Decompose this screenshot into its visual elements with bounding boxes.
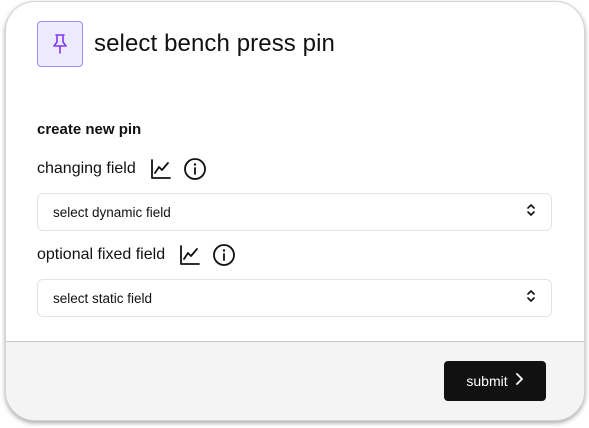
info-icon[interactable] bbox=[211, 242, 237, 268]
dynamic-field-select-value: select dynamic field bbox=[53, 204, 171, 220]
chevron-right-icon bbox=[514, 372, 524, 391]
submit-button[interactable]: submit bbox=[444, 361, 546, 401]
pushpin-icon bbox=[37, 21, 83, 67]
chevron-up-down-icon bbox=[525, 203, 537, 222]
changing-field-label-row: changing field bbox=[37, 156, 208, 182]
chevron-up-down-icon bbox=[525, 289, 537, 308]
line-chart-icon[interactable] bbox=[177, 242, 203, 268]
dialog-footer: submit bbox=[6, 341, 584, 420]
dialog-title: select bench press pin bbox=[94, 30, 336, 57]
section-title: create new pin bbox=[37, 121, 142, 138]
submit-label: submit bbox=[466, 373, 508, 389]
changing-field-label: changing field bbox=[37, 160, 136, 177]
line-chart-icon[interactable] bbox=[148, 156, 174, 182]
fixed-field-label: optional fixed field bbox=[37, 246, 166, 263]
fixed-field-label-row: optional fixed field bbox=[37, 242, 237, 268]
static-field-select-value: select static field bbox=[53, 290, 153, 306]
info-icon[interactable] bbox=[182, 156, 208, 182]
dialog-header: select bench press pin bbox=[37, 21, 335, 67]
pin-dialog: select bench press pin create new pin ch… bbox=[5, 1, 585, 421]
dynamic-field-select[interactable]: select dynamic field bbox=[37, 193, 552, 231]
static-field-select[interactable]: select static field bbox=[37, 279, 552, 317]
